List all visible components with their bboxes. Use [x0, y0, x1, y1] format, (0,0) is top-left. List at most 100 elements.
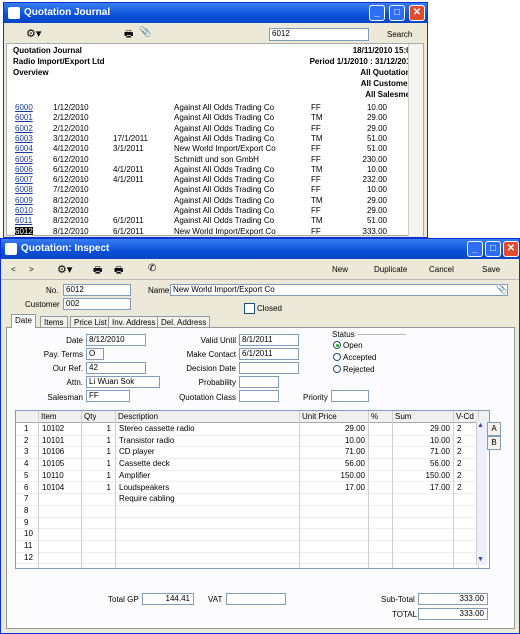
description[interactable]: Stereo cassette radio	[119, 424, 296, 433]
journal-row[interactable]: 6005 6/12/2010 Schmidt und son GmbH FF 230.0…	[7, 155, 401, 165]
tab-date[interactable]: Date	[11, 314, 36, 328]
closed-checkbox[interactable]	[244, 303, 255, 314]
cancel-button[interactable]: Cancel	[429, 265, 454, 274]
vat-code[interactable]: 2	[457, 424, 475, 433]
journal-row[interactable]: 6011 8/12/2010 6/1/2011 Against All Odds Tr…	[7, 216, 401, 226]
qty[interactable]: 1	[85, 424, 111, 433]
probability-field[interactable]	[239, 376, 279, 388]
scroll-up-icon[interactable]: ▲	[477, 422, 484, 429]
decision-date-field[interactable]	[239, 362, 299, 374]
name-field[interactable]: New World Import/Export Co	[170, 284, 508, 296]
print-icon[interactable]: 🖶	[124, 27, 133, 44]
scroll-track[interactable]	[408, 44, 423, 236]
item-code[interactable]: 10106	[42, 447, 77, 456]
customer-field[interactable]: 002	[63, 298, 131, 310]
description[interactable]: Amplifier	[119, 471, 296, 480]
no-field[interactable]: 6012	[63, 284, 131, 296]
minimize-icon[interactable]: _	[467, 241, 483, 257]
journal-row[interactable]: 6006 6/12/2010 4/1/2011 Against All Odds Tr…	[7, 165, 401, 175]
our-ref-field[interactable]: 42	[86, 362, 146, 374]
journal-row[interactable]: 6008 7/12/2010 Against All Odds Trading Co…	[7, 185, 401, 195]
journal-quote-no[interactable]: 6011	[15, 216, 32, 225]
journal-row[interactable]: 6010 8/12/2010 Against All Odds Trading Co…	[7, 206, 401, 216]
description[interactable]: Cassette deck	[119, 459, 296, 468]
unit-price[interactable]: 56.00	[303, 459, 365, 468]
journal-quote-no[interactable]: 6010	[15, 206, 33, 215]
journal-quote-no[interactable]: 6005	[15, 155, 33, 164]
journal-quote-no[interactable]: 6008	[15, 185, 33, 194]
salesman-field[interactable]: FF	[86, 390, 130, 402]
qty[interactable]: 1	[85, 483, 111, 492]
date-field[interactable]: 8/12/2010	[86, 334, 146, 346]
duplicate-button[interactable]: Duplicate	[374, 265, 407, 274]
item-code[interactable]: 10110	[42, 471, 77, 480]
attachment-icon[interactable]: 📎	[496, 284, 507, 295]
status-radio-open[interactable]	[333, 341, 341, 349]
sum[interactable]: 10.00	[396, 436, 450, 445]
vat-code[interactable]: 2	[457, 447, 475, 456]
attn-field[interactable]: Li Wuan Sok	[86, 376, 160, 388]
unit-price[interactable]: 29.00	[303, 424, 365, 433]
unit-price[interactable]: 10.00	[303, 436, 365, 445]
unit-price[interactable]: 17.00	[303, 483, 365, 492]
next-record-icon[interactable]: >	[29, 265, 34, 274]
description[interactable]: Transistor radio	[119, 436, 296, 445]
maximize-icon[interactable]: □	[389, 5, 405, 21]
journal-quote-no[interactable]: 6009	[15, 196, 33, 205]
journal-quote-no[interactable]: 6003	[15, 134, 33, 143]
qty[interactable]: 1	[85, 471, 111, 480]
status-radio-accepted[interactable]	[333, 353, 341, 361]
minimize-icon[interactable]: _	[369, 5, 385, 21]
journal-row[interactable]: 6004 4/12/2010 3/1/2011 New World Import/Ex…	[7, 144, 401, 154]
priority-field[interactable]	[331, 390, 369, 402]
journal-row[interactable]: 6000 1/12/2010 Against All Odds Trading Co…	[7, 103, 401, 113]
journal-row[interactable]: 6001 2/12/2010 Against All Odds Trading Co…	[7, 113, 401, 123]
search-input[interactable]: 6012	[269, 28, 369, 41]
vat-code[interactable]: 2	[457, 471, 475, 480]
side-button-a[interactable]: A	[487, 422, 501, 436]
qty[interactable]: 1	[85, 447, 111, 456]
qty[interactable]: 1	[85, 459, 111, 468]
inspect-titlebar[interactable]: Quotation: Inspect _ □ ✕	[1, 239, 519, 259]
journal-row[interactable]: 6007 6/12/2010 4/1/2011 Against All Odds Tr…	[7, 175, 401, 185]
journal-quote-no[interactable]: 6006	[15, 165, 33, 174]
item-code[interactable]: 10101	[42, 436, 77, 445]
qty[interactable]: 1	[85, 436, 111, 445]
journal-quote-no[interactable]: 6000	[15, 103, 33, 112]
side-button-b[interactable]: B	[487, 436, 501, 450]
phone-icon[interactable]: ✆	[148, 263, 156, 274]
vat-field[interactable]	[226, 593, 286, 605]
journal-quote-no[interactable]: 6012	[15, 226, 33, 236]
sum[interactable]: 150.00	[396, 471, 450, 480]
grid-scrollbar[interactable]	[476, 421, 487, 565]
gear-icon[interactable]: ⚙▾	[26, 27, 41, 40]
item-code[interactable]: 10104	[42, 483, 77, 492]
print-preview-icon[interactable]: 🖶	[114, 263, 123, 280]
journal-row[interactable]: 6003 3/12/2010 17/1/2011 Against All Odds T…	[7, 134, 401, 144]
vat-code[interactable]: 2	[457, 436, 475, 445]
make-contact-field[interactable]: 6/1/2011	[239, 348, 299, 360]
pay-terms-field[interactable]: O	[86, 348, 104, 360]
status-radio-rejected[interactable]	[333, 365, 341, 373]
item-code[interactable]: 10102	[42, 424, 77, 433]
item-code[interactable]: 10105	[42, 459, 77, 468]
description[interactable]: CD player	[119, 447, 296, 456]
sum[interactable]: 29.00	[396, 424, 450, 433]
unit-price[interactable]: 71.00	[303, 447, 365, 456]
journal-quote-no[interactable]: 6001	[15, 113, 33, 122]
quotation-class-field[interactable]	[239, 390, 279, 402]
journal-row[interactable]: 6002 2/12/2010 Against All Odds Trading Co…	[7, 124, 401, 134]
vat-code[interactable]: 2	[457, 483, 475, 492]
new-button[interactable]: New	[332, 265, 348, 274]
save-button[interactable]: Save	[482, 265, 500, 274]
description[interactable]: Require cabling	[119, 494, 296, 503]
close-icon[interactable]: ✕	[409, 5, 425, 21]
scroll-down-icon[interactable]: ▼	[477, 556, 484, 563]
journal-quote-no[interactable]: 6004	[15, 144, 33, 153]
attachment-icon[interactable]: 📎	[139, 27, 151, 38]
unit-price[interactable]: 150.00	[303, 471, 365, 480]
table-row[interactable]: 12	[16, 552, 478, 565]
journal-titlebar[interactable]: Quotation Journal _ □ ✕	[4, 3, 427, 23]
prev-record-icon[interactable]: <	[11, 265, 16, 274]
search-button[interactable]: Search	[387, 30, 412, 39]
